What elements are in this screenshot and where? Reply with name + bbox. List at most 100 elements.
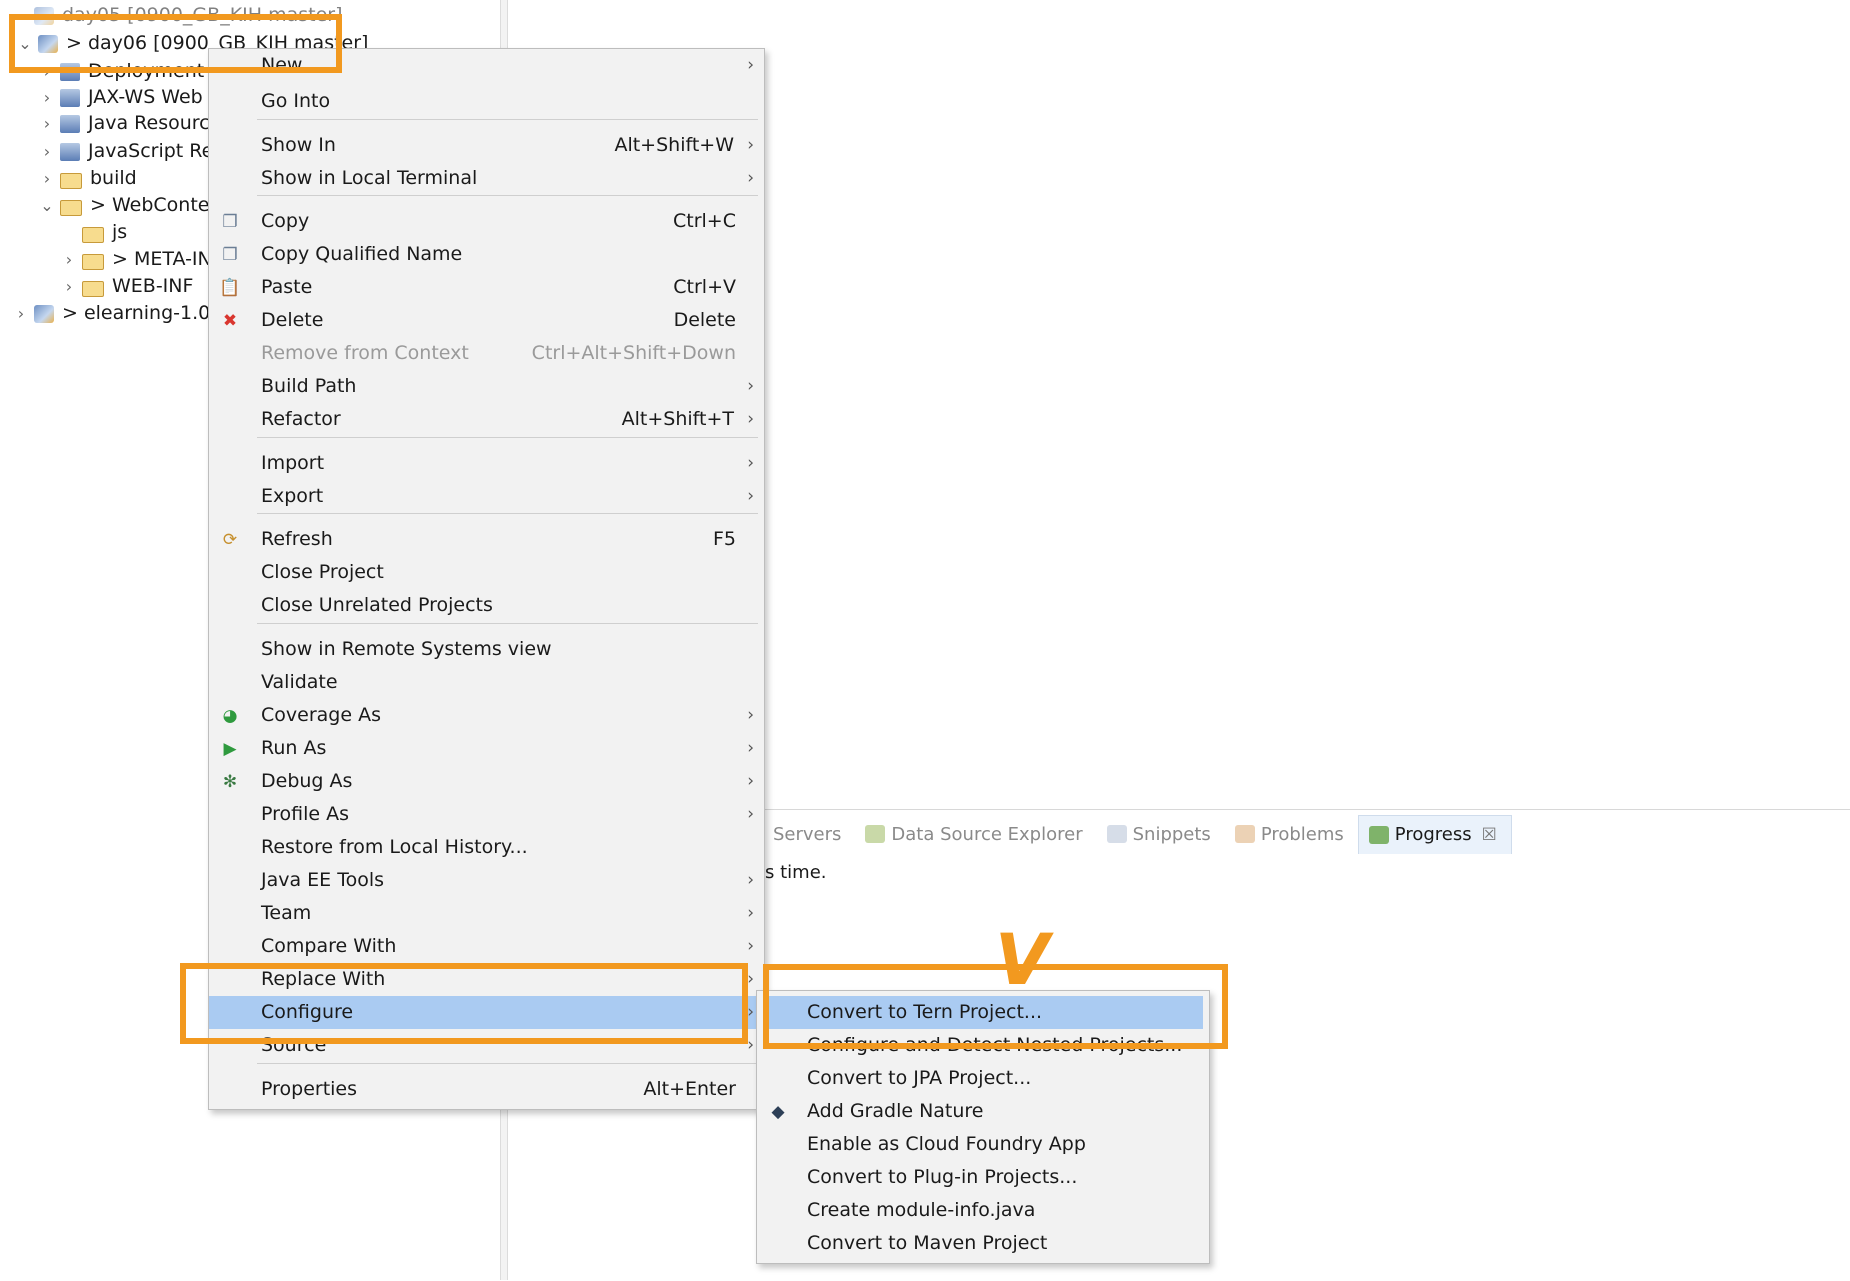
bottom-tab-bar: Servers Data Source Explorer Snippets Pr… — [763, 814, 1512, 854]
tab-snippets[interactable]: Snippets — [1097, 815, 1225, 853]
menu-item-team[interactable]: Team › — [209, 897, 764, 930]
menu-item-compare-with[interactable]: Compare With › — [209, 930, 764, 963]
menu-separator — [257, 623, 758, 624]
chevron-down-icon[interactable]: ⌄ — [38, 192, 56, 219]
tab-progress[interactable]: Progress ☒ — [1357, 814, 1512, 854]
menu-item-shortcut: Ctrl+C — [673, 210, 736, 232]
submenu-arrow-icon: › — [747, 1035, 754, 1055]
menu-item-paste[interactable]: 📋 Paste Ctrl+V — [209, 271, 764, 304]
menu-item-label: Refactor — [261, 408, 341, 430]
submenu-item-label: Create module-info.java — [807, 1199, 1036, 1221]
web-services-icon — [60, 88, 80, 107]
menu-item-restore-from-local-history[interactable]: Restore from Local History... — [209, 831, 764, 864]
submenu-item-convert-to-maven-project[interactable]: Convert to Maven Project — [757, 1227, 1209, 1260]
menu-item-shortcut: Delete — [673, 309, 736, 331]
menu-item-export[interactable]: Export › — [209, 480, 764, 513]
submenu-item-enable-as-cloud-foundry-app[interactable]: Enable as Cloud Foundry App — [757, 1128, 1209, 1161]
submenu-arrow-icon: › — [747, 969, 754, 989]
submenu-item-create-module-info-java[interactable]: Create module-info.java — [757, 1194, 1209, 1227]
submenu-arrow-icon: › — [747, 168, 754, 188]
menu-separator — [257, 119, 758, 120]
menu-item-import[interactable]: Import › — [209, 447, 764, 480]
tab-servers[interactable]: Servers — [763, 815, 855, 853]
folder-icon — [82, 253, 104, 270]
chevron-right-icon[interactable]: › — [60, 246, 78, 273]
menu-item-properties[interactable]: Properties Alt+Enter — [209, 1073, 764, 1106]
java-resources-icon — [60, 114, 80, 133]
menu-item-close-unrelated-projects[interactable]: Close Unrelated Projects — [209, 589, 764, 622]
menu-item-shortcut: Ctrl+Alt+Shift+Down — [531, 342, 736, 364]
menu-item-run-as[interactable]: ▶ Run As › — [209, 732, 764, 765]
menu-item-go-into[interactable]: Go Into — [209, 85, 764, 118]
close-icon[interactable]: ☒ — [1482, 825, 1497, 845]
tree-item-webcontent[interactable]: ⌄ > WebContent — [38, 192, 229, 219]
submenu-item-convert-to-jpa-project[interactable]: Convert to JPA Project... — [757, 1062, 1209, 1095]
snippets-icon — [1106, 825, 1127, 843]
submenu-item-add-gradle-nature[interactable]: ◆ Add Gradle Nature — [757, 1095, 1209, 1128]
menu-item-label: Close Project — [261, 561, 384, 583]
menu-item-coverage-as[interactable]: ◕ Coverage As › — [209, 699, 764, 732]
menu-item-label: Team — [261, 902, 312, 924]
menu-item-show-in-remote-systems-view[interactable]: Show in Remote Systems view — [209, 633, 764, 666]
menu-item-show-in-local-terminal[interactable]: Show in Local Terminal › — [209, 162, 764, 195]
debug-icon: ✻ — [222, 772, 238, 792]
menu-item-validate[interactable]: Validate — [209, 666, 764, 699]
menu-item-delete[interactable]: ✖ Delete Delete — [209, 304, 764, 337]
menu-item-label: Coverage As — [261, 704, 381, 726]
menu-item-shortcut: Ctrl+V — [673, 276, 736, 298]
tree-item-build[interactable]: › build — [38, 165, 137, 192]
menu-item-label: Import — [261, 452, 325, 474]
menu-separator — [257, 1063, 758, 1064]
copy-icon: ❐ — [222, 212, 238, 232]
menu-item-copy[interactable]: ❐ Copy Ctrl+C — [209, 205, 764, 238]
coverage-icon: ◕ — [222, 706, 238, 726]
menu-item-show-in[interactable]: Show In Alt+Shift+W › — [209, 129, 764, 162]
menu-item-copy-qualified-name[interactable]: ❐ Copy Qualified Name — [209, 238, 764, 271]
menu-item-label: Close Unrelated Projects — [261, 594, 493, 616]
menu-item-label: Remove from Context — [261, 342, 469, 364]
menu-item-debug-as[interactable]: ✻ Debug As › — [209, 765, 764, 798]
menu-item-label: Compare With — [261, 935, 397, 957]
progress-icon — [1368, 825, 1389, 844]
tree-item-web-inf[interactable]: › WEB-INF — [60, 273, 194, 300]
chevron-right-icon[interactable]: › — [60, 273, 78, 300]
submenu-arrow-icon: › — [747, 409, 754, 429]
tree-item-elearning[interactable]: › > elearning-1.0.0 — [12, 300, 229, 327]
menu-item-refresh[interactable]: ⟳ Refresh F5 — [209, 523, 764, 556]
menu-item-close-project[interactable]: Close Project — [209, 556, 764, 589]
menu-item-label: Go Into — [261, 90, 331, 112]
menu-item-label: Delete — [261, 309, 324, 331]
chevron-right-icon[interactable]: › — [38, 165, 56, 192]
menu-separator — [257, 195, 758, 196]
project-icon — [34, 304, 54, 323]
delete-icon: ✖ — [222, 311, 238, 331]
chevron-right-icon[interactable]: › — [38, 138, 56, 165]
submenu-item-label: Convert to Maven Project — [807, 1232, 1048, 1254]
submenu-arrow-icon: › — [747, 936, 754, 956]
submenu-arrow-icon: › — [747, 135, 754, 155]
submenu-item-label: Add Gradle Nature — [807, 1100, 984, 1122]
copy-qualified-icon: ❐ — [222, 245, 238, 265]
tab-problems[interactable]: Problems — [1225, 815, 1358, 853]
menu-item-refactor[interactable]: Refactor Alt+Shift+T › — [209, 403, 764, 436]
menu-item-label: Export — [261, 485, 324, 507]
chevron-right-icon[interactable]: › — [38, 110, 56, 137]
menu-item-shortcut: Alt+Enter — [643, 1078, 736, 1100]
menu-item-label: Properties — [261, 1078, 358, 1100]
menu-item-build-path[interactable]: Build Path › — [209, 370, 764, 403]
chevron-right-icon[interactable]: › — [38, 84, 56, 111]
submenu-arrow-icon: › — [747, 738, 754, 758]
javascript-resources-icon — [60, 142, 80, 161]
chevron-right-icon[interactable]: › — [12, 300, 30, 327]
tab-data-source-explorer[interactable]: Data Source Explorer — [855, 815, 1096, 853]
tab-label: Data Source Explorer — [891, 823, 1083, 845]
menu-item-shortcut: F5 — [712, 528, 736, 550]
tree-item-java-resources[interactable]: › Java Resources — [38, 110, 231, 137]
menu-item-java-ee-tools[interactable]: Java EE Tools › — [209, 864, 764, 897]
submenu-arrow-icon: › — [747, 870, 754, 890]
tree-item-js[interactable]: js — [78, 219, 127, 246]
tree-item-meta-inf[interactable]: › > META-INF — [60, 246, 223, 273]
menu-item-profile-as[interactable]: Profile As › — [209, 798, 764, 831]
submenu-item-label: Enable as Cloud Foundry App — [807, 1133, 1086, 1155]
submenu-item-convert-to-plug-in-projects[interactable]: Convert to Plug-in Projects... — [757, 1161, 1209, 1194]
